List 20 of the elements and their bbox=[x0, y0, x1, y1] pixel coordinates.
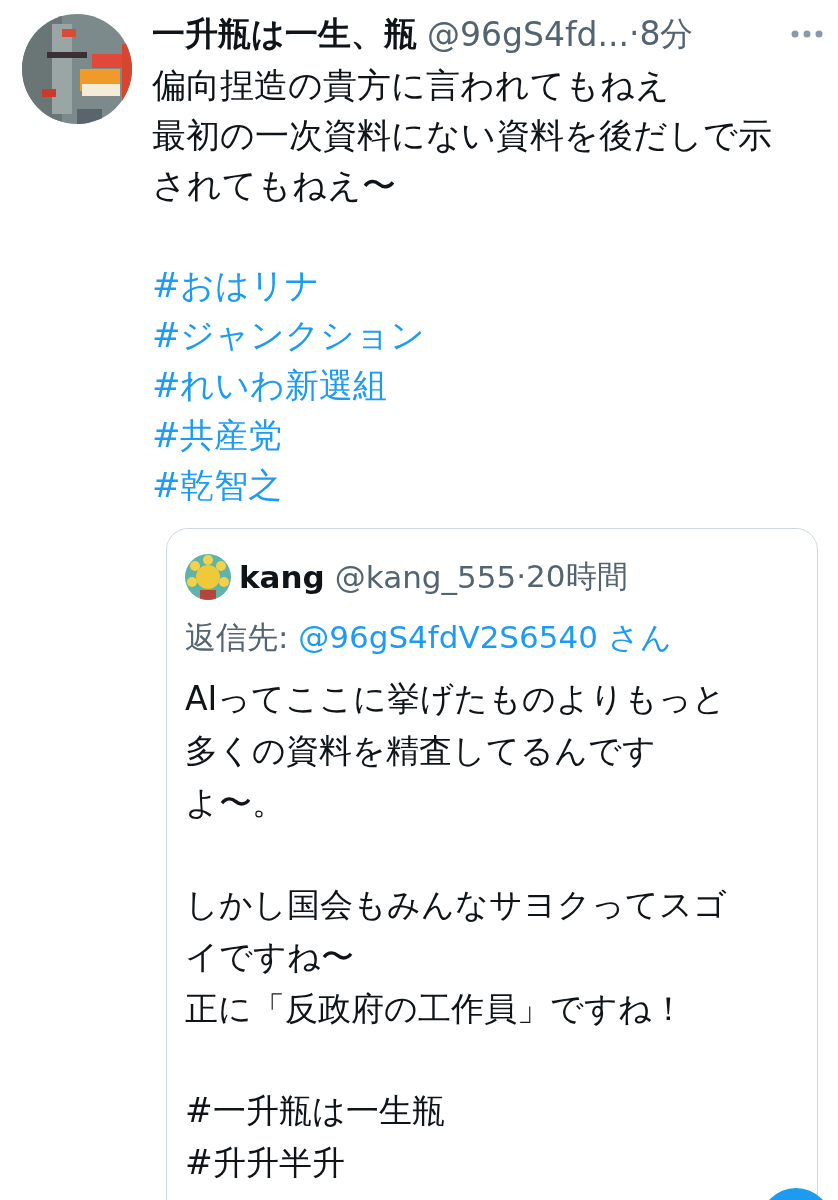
timestamp: ·8分 bbox=[628, 12, 694, 55]
user-handle: @96gS4fd... bbox=[427, 14, 629, 54]
user-name[interactable]: 一升瓶は一生、瓶 bbox=[152, 11, 417, 57]
hashtag-link[interactable]: #れいわ新選組 bbox=[152, 360, 388, 410]
quoted-tweet-card[interactable]: kang @kang_555·20時間 返信先: @96gS4fdV2S6540 さん AIってここに挙げたものよりもっと 多くの資料を精査してるんです よ〜。 しかし国会もみんなサヨクってスゴ イですね〜 正に「反政府の工作員」ですね！ #一升瓶は一生瓶 #升升半升 bbox=[166, 528, 818, 1200]
user-name[interactable]: kang bbox=[239, 559, 325, 595]
timestamp: ·20時間 bbox=[516, 557, 628, 596]
hashtag-text: #升升半升 bbox=[185, 1142, 346, 1184]
quoted-text: しかし国会もみんなサヨクってスゴ イですね〜 正に「反政府の工作員」ですね！ bbox=[185, 884, 728, 1030]
tweet-text: 偏向捏造の貴方に言われてもねえ 最初の一次資料にない資料を後だしで示 されてもねえ〜 bbox=[152, 64, 773, 207]
hashtag-text: #一升瓶は一生瓶 bbox=[185, 1090, 446, 1132]
user-handle: @kang_555 bbox=[334, 559, 517, 595]
more-icon[interactable] bbox=[790, 29, 824, 39]
hashtag-link[interactable]: #共産党 bbox=[152, 410, 283, 460]
hashtag-link[interactable]: #ジャンクション bbox=[152, 310, 426, 360]
hashtag-link[interactable]: #おはリナ bbox=[152, 260, 321, 310]
reply-context: 返信先: @96gS4fdV2S6540 さん bbox=[185, 618, 673, 657]
mention-link[interactable]: @96gS4fdV2S6540 さん bbox=[298, 619, 672, 655]
hashtag-link[interactable]: #乾智之 bbox=[152, 460, 283, 510]
quoted-text: AIってここに挙げたものよりもっと 多くの資料を精査してるんです よ〜。 bbox=[185, 678, 728, 824]
